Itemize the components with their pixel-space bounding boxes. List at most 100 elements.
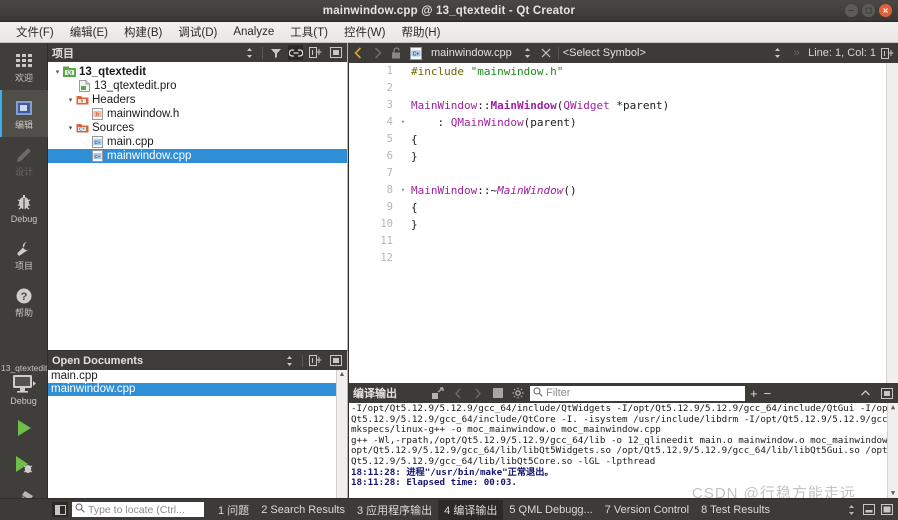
svg-text:Qt: Qt <box>67 71 73 77</box>
compile-output-pane[interactable]: -I/opt/Qt5.12.9/5.12.9/gcc_64/include/Qt… <box>348 403 898 498</box>
tree-row[interactable]: ▾ Qt 13_qtextedit <box>48 65 347 79</box>
tab-version-control[interactable]: 7 Version Control <box>599 502 695 518</box>
fold-marker <box>397 250 409 267</box>
menu-build[interactable]: 构建(B) <box>116 22 170 42</box>
mode-projects[interactable]: 项目 <box>0 231 48 278</box>
project-tree[interactable]: ▾ Qt 13_qtextedit 13_qtextedit.pro ▾ h H… <box>48 62 347 350</box>
code-text-area[interactable]: #include "mainwindow.h" MainWindow::Main… <box>411 63 886 383</box>
updown-arrows-icon[interactable] <box>844 503 858 517</box>
monitor-icon <box>11 374 37 396</box>
split-icon[interactable] <box>308 353 323 368</box>
maximize-pane-icon[interactable] <box>858 386 873 401</box>
maximize-pane-icon[interactable] <box>880 503 894 517</box>
chevron-updown-icon[interactable] <box>520 46 535 61</box>
mode-debug[interactable]: Debug <box>0 184 48 231</box>
toggle-sidebar-icon[interactable] <box>52 502 68 517</box>
prev-item-icon[interactable] <box>450 386 465 401</box>
tab-application-output[interactable]: 3 应用程序输出 <box>351 500 438 520</box>
tree-row[interactable]: ▾ h Headers <box>48 93 347 107</box>
code-editor[interactable]: 1 2 3 4 5 6 7 8 9 10 11 12 ▾ ▾ #include … <box>348 63 898 383</box>
fold-marker-line4[interactable]: ▾ <box>397 114 409 131</box>
kit-name-label[interactable]: 13_qtextedit <box>0 361 47 374</box>
menu-help[interactable]: 帮助(H) <box>393 22 448 42</box>
unlocked-icon[interactable] <box>389 46 404 61</box>
tree-row[interactable]: h mainwindow.h <box>48 107 347 121</box>
tab-search-results[interactable]: 2 Search Results <box>255 502 351 518</box>
menu-file[interactable]: 文件(F) <box>8 22 62 42</box>
zoom-out-button[interactable]: − <box>764 386 772 401</box>
close-panel-icon[interactable] <box>328 353 343 368</box>
split-editor-icon[interactable] <box>880 46 895 61</box>
close-pane-icon[interactable] <box>879 386 894 401</box>
filter-icon[interactable] <box>268 45 283 60</box>
twisty-open-icon[interactable]: ▾ <box>65 123 76 134</box>
menu-analyze[interactable]: Analyze <box>225 24 282 40</box>
tree-row[interactable]: 13_qtextedit.pro <box>48 79 347 93</box>
mode-welcome[interactable]: 欢迎 <box>0 43 48 90</box>
sync-sort-icon[interactable] <box>242 45 257 60</box>
list-item-selected[interactable]: mainwindow.cpp <box>48 383 347 396</box>
minimize-pane-icon[interactable] <box>862 503 876 517</box>
build-config-selector[interactable]: Debug <box>0 374 47 410</box>
symbol-selector[interactable]: <Select Symbol> <box>563 47 646 59</box>
tree-row-mainwindow-cpp[interactable]: C+ mainwindow.cpp <box>48 149 347 163</box>
locator-input[interactable]: Type to locate (Ctrl... <box>72 502 204 517</box>
welcome-icon <box>13 50 35 72</box>
overflow-chevron-icon[interactable]: » <box>789 46 804 61</box>
menu-tools[interactable]: 工具(T) <box>282 22 336 42</box>
chevron-updown-icon[interactable] <box>770 46 785 61</box>
design-pencil-icon <box>13 144 35 166</box>
navigate-forward-icon[interactable] <box>370 46 385 61</box>
fold-column[interactable]: ▾ ▾ <box>397 63 409 383</box>
editor-filename[interactable]: mainwindow.cpp <box>427 47 516 59</box>
start-debugging-button[interactable] <box>0 446 48 482</box>
run-button[interactable] <box>0 410 48 446</box>
link-with-editor-icon[interactable] <box>288 45 303 60</box>
menu-debug[interactable]: 调试(D) <box>170 22 225 42</box>
tab-qml-debugger[interactable]: 5 QML Debugg... <box>503 502 598 518</box>
tree-row[interactable]: C+ main.cpp <box>48 135 347 149</box>
fold-marker <box>397 165 409 182</box>
mode-help[interactable]: ? 帮助 <box>0 278 48 325</box>
close-button[interactable] <box>879 4 892 17</box>
fold-marker-line8[interactable]: ▾ <box>397 182 409 199</box>
scroll-down-arrow-icon[interactable]: ▼ <box>891 489 895 498</box>
split-icon[interactable] <box>308 45 323 60</box>
output-filter-input[interactable]: Filter <box>530 385 745 401</box>
zoom-in-button[interactable]: + <box>750 386 758 401</box>
tree-row[interactable]: ▾ C+ Sources <box>48 121 347 135</box>
settings-gear-icon[interactable] <box>510 386 525 401</box>
twisty-open-icon[interactable]: ▾ <box>52 67 63 78</box>
open-documents-scrollbar[interactable]: ▲ <box>336 370 347 499</box>
output-scrollbar[interactable]: ▲ ▼ <box>887 403 898 498</box>
code-token: *parent) <box>609 99 670 112</box>
maximize-button[interactable] <box>862 4 875 17</box>
tab-test-results[interactable]: 8 Test Results <box>695 502 776 518</box>
open-documents-list[interactable]: main.cpp mainwindow.cpp ▲ <box>48 370 347 499</box>
mode-debug-label: Debug <box>10 214 38 224</box>
list-item[interactable]: main.cpp <box>48 370 347 383</box>
code-token: QWidget <box>563 99 610 112</box>
tab-compile-output[interactable]: 4 编译输出 <box>438 499 504 520</box>
open-documents-header: Open Documents <box>48 351 347 370</box>
twisty-open-icon[interactable]: ▾ <box>65 95 76 106</box>
navigate-back-icon[interactable] <box>351 46 366 61</box>
close-panel-icon[interactable] <box>328 45 343 60</box>
h-file-icon: h <box>91 108 104 121</box>
close-document-icon[interactable] <box>539 46 554 61</box>
editor-scrollbar[interactable] <box>886 63 898 383</box>
line-number: 5 <box>386 133 393 145</box>
stop-icon[interactable] <box>490 386 505 401</box>
svg-text:h: h <box>96 112 99 118</box>
minimize-button[interactable] <box>845 4 858 17</box>
scroll-up-arrow-icon[interactable]: ▲ <box>891 403 895 412</box>
mode-edit[interactable]: 编辑 <box>0 90 48 137</box>
tab-issues[interactable]: 1 问题 <box>212 500 255 520</box>
next-item-icon[interactable] <box>470 386 485 401</box>
scroll-up-arrow-icon[interactable]: ▲ <box>339 370 346 379</box>
sync-sort-icon[interactable] <box>282 353 297 368</box>
line-column-indicator[interactable]: Line: 1, Col: 1 <box>808 47 876 59</box>
menu-edit[interactable]: 编辑(E) <box>62 22 116 42</box>
menu-window[interactable]: 控件(W) <box>336 22 394 42</box>
run-output-icon[interactable] <box>430 386 445 401</box>
